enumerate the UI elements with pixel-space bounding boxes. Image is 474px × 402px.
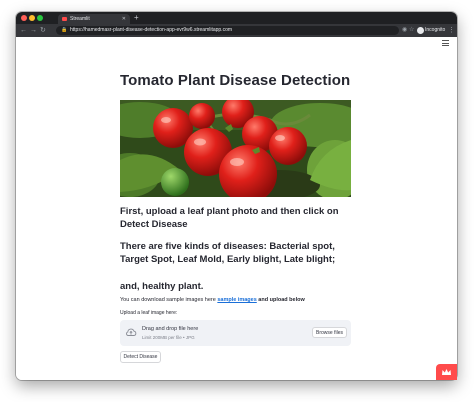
reload-icon[interactable]: ↻: [40, 25, 46, 36]
hamburger-menu-icon[interactable]: [442, 40, 449, 48]
incognito-eye-icon[interactable]: ◉: [402, 26, 407, 35]
bookmark-star-icon[interactable]: ☆: [409, 26, 414, 35]
lock-icon: 🔒: [61, 27, 68, 33]
download-prefix: You can download sample images here: [120, 297, 218, 303]
drag-drop-text: Drag and drop file here: [142, 326, 199, 332]
tab-close-icon[interactable]: ✕: [122, 15, 126, 23]
address-bar[interactable]: 🔒 https://hamedmasr-plant-disease-detect…: [56, 26, 399, 35]
page-title: Tomato Plant Disease Detection: [120, 72, 351, 89]
profile-label[interactable]: Incognito: [425, 26, 445, 35]
close-window-button[interactable]: [21, 15, 27, 21]
detect-disease-button[interactable]: Detect Disease: [120, 351, 161, 363]
streamlit-favicon-icon: [62, 17, 67, 21]
browser-window: Streamlit ✕ + ← → ↻ 🔒 https://hamedmasr-…: [16, 12, 457, 380]
sample-download-text: You can download sample images here samp…: [120, 297, 305, 303]
browse-files-button[interactable]: Browse files: [312, 327, 347, 338]
maximize-window-button[interactable]: [37, 15, 43, 21]
tab-strip: Streamlit ✕ +: [16, 12, 457, 24]
app-content: Tomato Plant Disease Detection First, up…: [16, 37, 457, 380]
tab-title: Streamlit: [70, 16, 90, 22]
upload-label: Upload a leaf image here:: [120, 310, 178, 316]
new-tab-button[interactable]: +: [134, 13, 139, 23]
crown-icon: [442, 369, 451, 375]
browser-toolbar: ← → ↻ 🔒 https://hamedmasr-plant-disease-…: [16, 24, 457, 37]
minimize-window-button[interactable]: [29, 15, 35, 21]
browser-menu-icon[interactable]: ⋮: [448, 25, 455, 36]
file-limit-text: Limit 200MB per file • JPG: [142, 335, 195, 340]
file-dropzone[interactable]: Drag and drop file here Limit 200MB per …: [120, 320, 351, 346]
sample-images-link[interactable]: sample images: [217, 297, 256, 303]
browser-tab[interactable]: Streamlit ✕: [58, 14, 130, 24]
upload-instruction: First, upload a leaf plant photo and the…: [120, 206, 339, 230]
cloud-upload-icon: [126, 328, 137, 336]
tomato-plant-image: [120, 100, 351, 197]
forward-arrow-icon[interactable]: →: [30, 25, 37, 36]
url-text[interactable]: https://hamedmasr-plant-disease-detectio…: [70, 26, 232, 35]
streamlit-badge[interactable]: [436, 364, 457, 380]
profile-avatar-icon[interactable]: [417, 27, 424, 34]
healthy-note: and, healthy plant.: [120, 281, 204, 292]
disease-list: There are five kinds of diseases: Bacter…: [120, 241, 336, 265]
back-arrow-icon[interactable]: ←: [20, 25, 27, 36]
download-suffix: and upload below: [256, 297, 305, 303]
